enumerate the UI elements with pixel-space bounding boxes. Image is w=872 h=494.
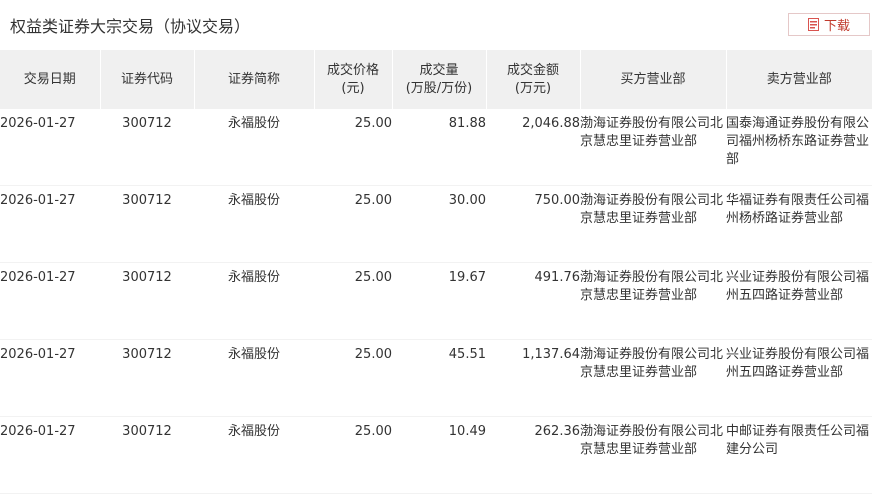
col-header-volume: 成交量 (万股/万份) [391, 50, 486, 109]
cell-seller: 华福证券有限责任公司福州杨桥路证券营业部 [726, 185, 872, 263]
table-row: 2026-01-27 300712 永福股份 25.00 10.49 262.3… [0, 416, 872, 494]
col-header-date: 交易日期 [0, 50, 100, 109]
cell-amount: 750.00 [486, 185, 580, 263]
col-header-amount: 成交金额 (万元) [485, 50, 580, 109]
cell-code: 300712 [100, 262, 194, 340]
cell-seller: 兴业证券股份有限公司福州五四路证券营业部 [726, 339, 872, 417]
cell-code: 300712 [100, 185, 194, 263]
cell-volume: 10.49 [392, 416, 486, 494]
cell-price: 25.00 [314, 416, 392, 494]
cell-code: 300712 [100, 416, 194, 494]
cell-amount: 491.76 [486, 262, 580, 340]
cell-volume: 81.88 [392, 109, 486, 186]
table-row: 2026-01-27 300712 永福股份 25.00 19.67 491.7… [0, 262, 872, 340]
cell-volume: 45.51 [392, 339, 486, 417]
cell-amount: 1,137.64 [486, 339, 580, 417]
cell-name: 永福股份 [194, 109, 314, 186]
cell-seller: 中邮证券有限责任公司福建分公司 [726, 416, 872, 494]
cell-date: 2026-01-27 [0, 185, 100, 263]
cell-buyer: 渤海证券股份有限公司北京慧忠里证券营业部 [580, 416, 726, 494]
cell-seller: 兴业证券股份有限公司福州五四路证券营业部 [726, 262, 872, 340]
cell-date: 2026-01-27 [0, 109, 100, 186]
table-row: 2026-01-27 300712 永福股份 25.00 30.00 750.0… [0, 185, 872, 263]
cell-price: 25.00 [314, 185, 392, 263]
block-trade-table: 交易日期 证券代码 证券简称 成交价格 (元) 成交量 (万股/万份) 成交金额 (万… [0, 50, 872, 494]
cell-price: 25.00 [314, 339, 392, 417]
col-header-seller: 卖方营业部 [725, 50, 872, 109]
col-header-name: 证券简称 [193, 50, 314, 109]
cell-price: 25.00 [314, 262, 392, 340]
cell-date: 2026-01-27 [0, 416, 100, 494]
cell-code: 300712 [100, 339, 194, 417]
col-header-price: 成交价格 (元) [313, 50, 392, 109]
cell-date: 2026-01-27 [0, 339, 100, 417]
cell-name: 永福股份 [194, 416, 314, 494]
cell-volume: 30.00 [392, 185, 486, 263]
download-button[interactable]: 下载 [788, 13, 870, 36]
cell-name: 永福股份 [194, 339, 314, 417]
cell-name: 永福股份 [194, 262, 314, 340]
cell-buyer: 渤海证券股份有限公司北京慧忠里证券营业部 [580, 185, 726, 263]
table-row: 2026-01-27 300712 永福股份 25.00 45.51 1,137… [0, 339, 872, 417]
cell-name: 永福股份 [194, 185, 314, 263]
table-header-row: 交易日期 证券代码 证券简称 成交价格 (元) 成交量 (万股/万份) 成交金额 (万… [0, 50, 872, 109]
table-row: 2026-01-27 300712 永福股份 25.00 81.88 2,046… [0, 109, 872, 186]
cell-seller: 国泰海通证券股份有限公司福州杨桥东路证券营业部 [726, 109, 872, 186]
col-header-code: 证券代码 [99, 50, 194, 109]
cell-price: 25.00 [314, 109, 392, 186]
cell-date: 2026-01-27 [0, 262, 100, 340]
download-label: 下载 [823, 19, 850, 34]
col-header-buyer: 买方营业部 [579, 50, 726, 109]
cell-code: 300712 [100, 109, 194, 186]
cell-buyer: 渤海证券股份有限公司北京慧忠里证券营业部 [580, 109, 726, 186]
cell-buyer: 渤海证券股份有限公司北京慧忠里证券营业部 [580, 262, 726, 340]
cell-amount: 2,046.88 [486, 109, 580, 186]
cell-volume: 19.67 [392, 262, 486, 340]
page-title: 权益类证券大宗交易（协议交易） [10, 17, 251, 36]
pdf-download-icon [807, 18, 819, 31]
cell-amount: 262.36 [486, 416, 580, 494]
cell-buyer: 渤海证券股份有限公司北京慧忠里证券营业部 [580, 339, 726, 417]
